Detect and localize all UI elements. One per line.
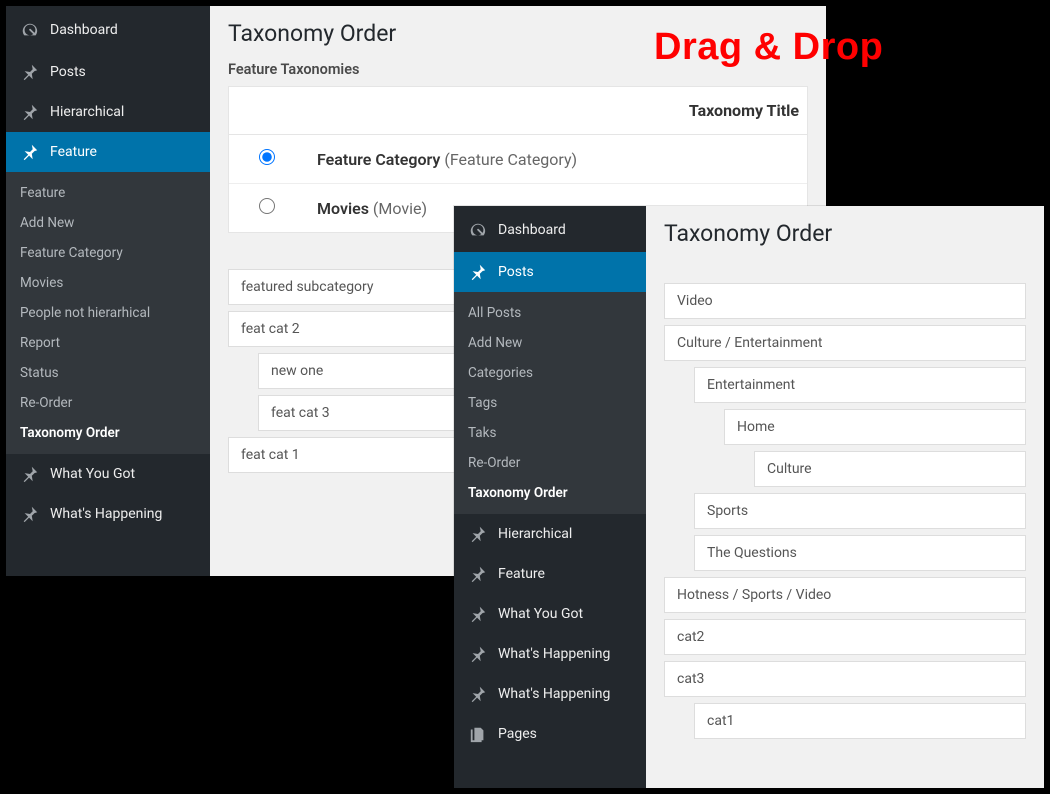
sub-status[interactable]: Status [6, 358, 210, 388]
sub-report[interactable]: Report [6, 328, 210, 358]
drag-item[interactable]: Sports [694, 493, 1026, 529]
menu-label: What You Got [50, 466, 135, 482]
admin-sidebar: Dashboard Posts Hierarchical Feature Fea… [6, 6, 210, 576]
panel-posts-taxonomy: Dashboard Posts All Posts Add New Catego… [454, 206, 1044, 788]
menu-label: What's Happening [50, 506, 162, 522]
content-area: Taxonomy Order Video Culture / Entertain… [646, 206, 1044, 788]
menu-what-you-got[interactable]: What You Got [6, 454, 210, 494]
pin-icon [468, 564, 488, 584]
sub-categories[interactable]: Categories [454, 358, 646, 388]
tax-label-main: Movies [317, 199, 369, 218]
sub-taxonomy-order[interactable]: Taxonomy Order [6, 418, 210, 448]
menu-dashboard[interactable]: Dashboard [454, 206, 646, 252]
menu-label: What's Happening [498, 686, 610, 702]
menu-label: Hierarchical [498, 526, 572, 542]
menu-whats-happening-2[interactable]: What's Happening [454, 674, 646, 714]
pin-icon [468, 684, 488, 704]
menu-label: What You Got [498, 606, 583, 622]
drag-item[interactable]: Entertainment [694, 367, 1026, 403]
table-row[interactable]: Feature Category (Feature Category) [229, 135, 807, 184]
menu-label: What's Happening [498, 646, 610, 662]
menu-posts[interactable]: Posts [6, 52, 210, 92]
menu-label: Dashboard [498, 222, 566, 238]
menu-whats-happening[interactable]: What's Happening [454, 634, 646, 674]
pin-icon [20, 62, 40, 82]
sub-people[interactable]: People not hierarhical [6, 298, 210, 328]
tax-label-main: Feature Category [317, 150, 440, 169]
pin-icon [20, 464, 40, 484]
drag-item[interactable]: Hotness / Sports / Video [664, 577, 1026, 613]
menu-whats-happening[interactable]: What's Happening [6, 494, 210, 534]
table-header: Taxonomy Title [229, 87, 807, 135]
menu-label: Feature [498, 566, 545, 582]
pin-icon [20, 102, 40, 122]
menu-feature[interactable]: Feature [6, 132, 210, 172]
menu-label: Feature [50, 144, 97, 160]
overlay-title: Drag & Drop [654, 26, 883, 69]
menu-label: Dashboard [50, 22, 118, 38]
sub-reorder[interactable]: Re-Order [6, 388, 210, 418]
sub-feature[interactable]: Feature [6, 178, 210, 208]
dashboard-icon [20, 20, 40, 40]
radio-wrapper [259, 198, 317, 218]
sub-feature-category[interactable]: Feature Category [6, 238, 210, 268]
sub-reorder[interactable]: Re-Order [454, 448, 646, 478]
drag-item[interactable]: Culture [754, 451, 1026, 487]
radio-wrapper [259, 149, 317, 169]
submenu-posts: All Posts Add New Categories Tags Taks R… [454, 292, 646, 514]
menu-pages[interactable]: Pages [454, 714, 646, 754]
menu-label: Posts [498, 264, 534, 280]
pin-icon [468, 644, 488, 664]
tax-label-paren: (Movie) [373, 199, 427, 218]
drag-item[interactable]: Video [664, 283, 1026, 319]
menu-posts[interactable]: Posts [454, 252, 646, 292]
pages-icon [468, 724, 488, 744]
sub-add-new[interactable]: Add New [6, 208, 210, 238]
pin-icon [468, 604, 488, 624]
menu-label: Hierarchical [50, 104, 124, 120]
menu-what-you-got[interactable]: What You Got [454, 594, 646, 634]
taxonomy-radio[interactable] [259, 149, 275, 165]
taxonomy-radio[interactable] [259, 198, 275, 214]
sub-movies[interactable]: Movies [6, 268, 210, 298]
drag-item[interactable]: Home [724, 409, 1026, 445]
drag-item[interactable]: The Questions [694, 535, 1026, 571]
sub-add-new[interactable]: Add New [454, 328, 646, 358]
sub-taks[interactable]: Taks [454, 418, 646, 448]
pin-icon [468, 524, 488, 544]
tax-label-paren: (Feature Category) [444, 150, 577, 169]
menu-hierarchical[interactable]: Hierarchical [454, 514, 646, 554]
pin-icon [20, 142, 40, 162]
pin-icon [468, 262, 488, 282]
sub-taxonomy-order[interactable]: Taxonomy Order [454, 478, 646, 508]
sub-all-posts[interactable]: All Posts [454, 298, 646, 328]
menu-dashboard[interactable]: Dashboard [6, 6, 210, 52]
drag-item[interactable]: cat3 [664, 661, 1026, 697]
submenu-feature: Feature Add New Feature Category Movies … [6, 172, 210, 454]
drag-item[interactable]: Culture / Entertainment [664, 325, 1026, 361]
menu-label: Posts [50, 64, 86, 80]
menu-label: Pages [498, 726, 537, 742]
menu-hierarchical[interactable]: Hierarchical [6, 92, 210, 132]
drag-item[interactable]: cat2 [664, 619, 1026, 655]
sub-tags[interactable]: Tags [454, 388, 646, 418]
dashboard-icon [468, 220, 488, 240]
menu-feature[interactable]: Feature [454, 554, 646, 594]
drag-item[interactable]: cat1 [694, 703, 1026, 739]
page-title: Taxonomy Order [664, 220, 1026, 247]
admin-sidebar: Dashboard Posts All Posts Add New Catego… [454, 206, 646, 788]
pin-icon [20, 504, 40, 524]
